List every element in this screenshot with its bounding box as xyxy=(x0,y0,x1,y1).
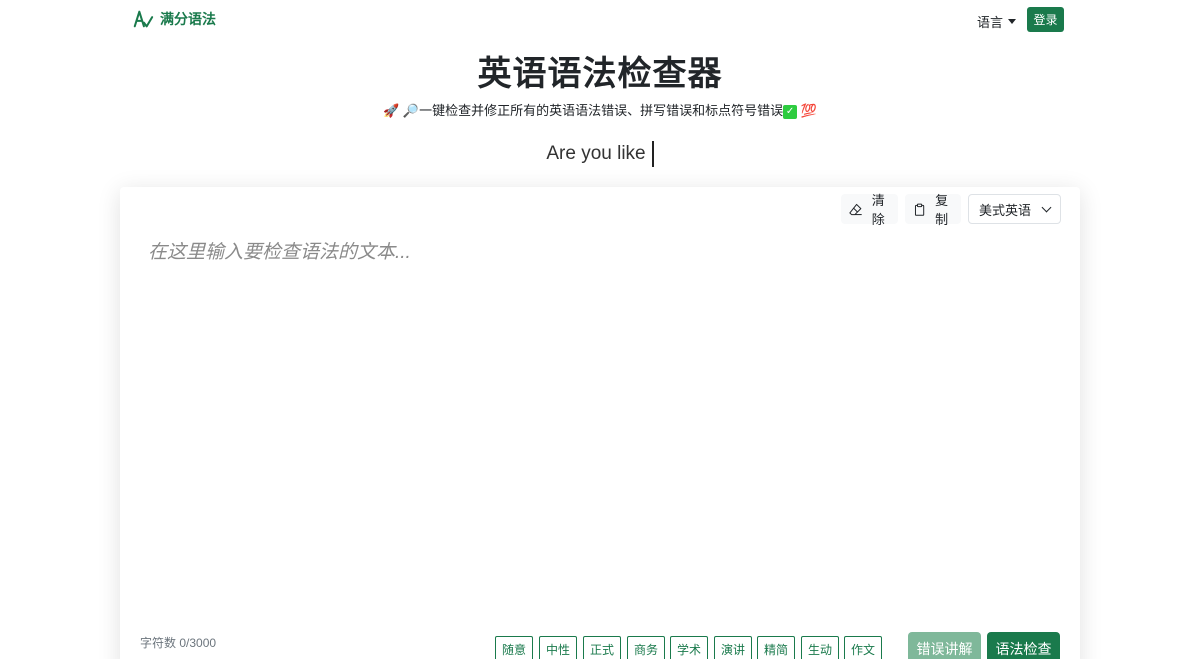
eraser-icon xyxy=(849,203,862,215)
tone-button-formal[interactable]: 正式 xyxy=(583,636,622,659)
heart-icon: 💯 xyxy=(800,103,817,118)
error-explanation-button[interactable]: 错误讲解 xyxy=(908,632,981,659)
text-cursor xyxy=(651,141,654,167)
tone-button-concise[interactable]: 精简 xyxy=(757,636,796,659)
rocket-icon: 🚀 xyxy=(383,103,400,118)
subtitle-text: 一键检查并修正所有的英语语法错误、拼写错误和标点符号错误 xyxy=(419,103,784,118)
tone-button-casual[interactable]: 随意 xyxy=(495,636,534,659)
typing-text: Are you like xyxy=(546,143,646,165)
language-dropdown[interactable]: 语言 xyxy=(977,12,1017,31)
login-button[interactable]: 登录 xyxy=(1027,7,1064,32)
language-label: 语言 xyxy=(977,15,1004,30)
character-count: 字符数 0/3000 xyxy=(140,636,217,650)
clipboard-icon xyxy=(914,203,925,216)
clear-button[interactable]: 清除 xyxy=(841,193,898,227)
logo[interactable]: 满分语法 xyxy=(132,8,216,30)
logo-text: 满分语法 xyxy=(160,11,216,27)
text-input[interactable] xyxy=(148,237,1048,617)
tone-button-neutral[interactable]: 中性 xyxy=(539,636,578,659)
magnifier-icon: 🔎 xyxy=(402,103,420,118)
chevron-down-icon xyxy=(1041,202,1052,212)
logo-icon xyxy=(133,10,154,28)
page-subtitle: 🚀 🔎一键检查并修正所有的英语语法错误、拼写错误和标点符号错误 ✓ 💯 xyxy=(0,100,1200,119)
page-title: 英语语法检查器 xyxy=(477,55,723,93)
copy-button[interactable]: 复制 xyxy=(905,193,961,227)
editor-card: 清除 复制 美式英语 字符数 0/3000 随意 中性 正式 商务 学术 演讲 … xyxy=(120,187,1080,659)
typing-animation: Are you like xyxy=(0,141,1200,167)
tone-button-speech[interactable]: 演讲 xyxy=(714,636,753,659)
navbar: 满分语法 语言 登录 xyxy=(0,0,1200,40)
dialect-selected-value: 美式英语 xyxy=(979,202,1032,218)
tone-button-academic[interactable]: 学术 xyxy=(670,636,709,659)
tone-button-business[interactable]: 商务 xyxy=(627,636,666,659)
tone-button-vivid[interactable]: 生动 xyxy=(801,636,840,659)
caret-down-icon xyxy=(1008,19,1017,24)
clear-label: 清除 xyxy=(871,193,885,227)
dialect-select[interactable]: 美式英语 xyxy=(968,194,1061,224)
check-mark-icon: ✓ xyxy=(783,104,798,119)
grammar-check-button[interactable]: 语法检查 xyxy=(987,632,1060,659)
copy-label: 复制 xyxy=(935,193,949,227)
tone-button-essay[interactable]: 作文 xyxy=(844,636,883,659)
